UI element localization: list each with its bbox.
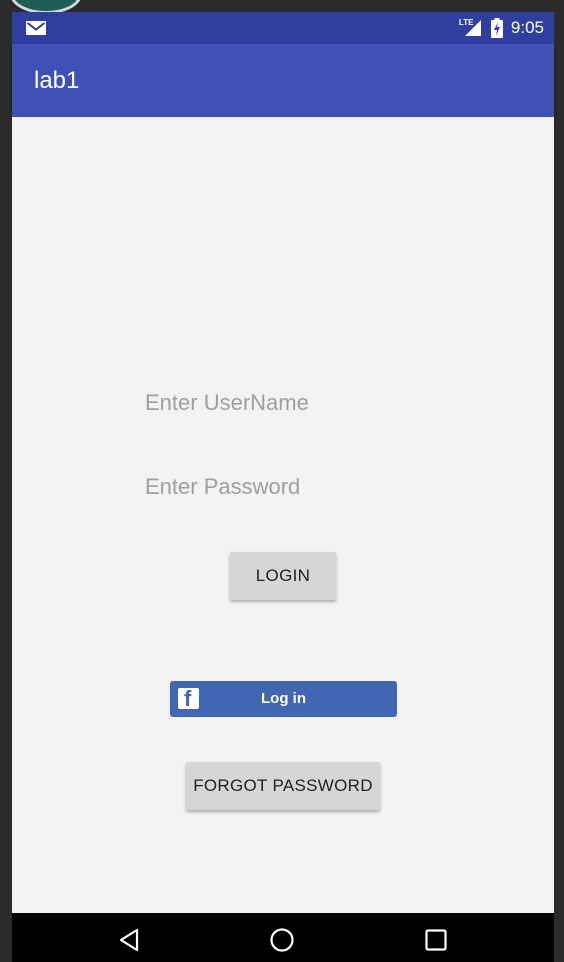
facebook-login-label: Log in [261,690,306,707]
recents-icon[interactable] [423,927,449,953]
home-icon[interactable] [269,927,295,953]
battery-charging-icon [490,18,503,38]
status-bar: LTE 9:05 [12,12,554,44]
status-icons: LTE 9:05 [459,12,544,44]
facebook-login-button[interactable]: f Log in [170,681,397,717]
device-frame: LTE 9:05 lab1 LOGIN f Log in FORGOT PASS… [0,0,564,962]
password-input[interactable] [145,467,385,507]
app-title: lab1 [34,67,80,94]
login-button[interactable]: LOGIN [230,552,336,600]
forgot-password-button[interactable]: FORGOT PASSWORD [186,762,380,810]
back-icon[interactable] [117,927,143,953]
mail-icon [26,21,46,35]
login-screen: LOGIN f Log in FORGOT PASSWORD [12,117,554,913]
app-bar: lab1 [12,44,554,117]
navigation-bar [12,913,554,962]
status-time: 9:05 [510,18,544,37]
username-input[interactable] [145,383,385,423]
network-label: LTE [458,18,474,27]
lte-signal-icon: LTE [459,18,483,38]
